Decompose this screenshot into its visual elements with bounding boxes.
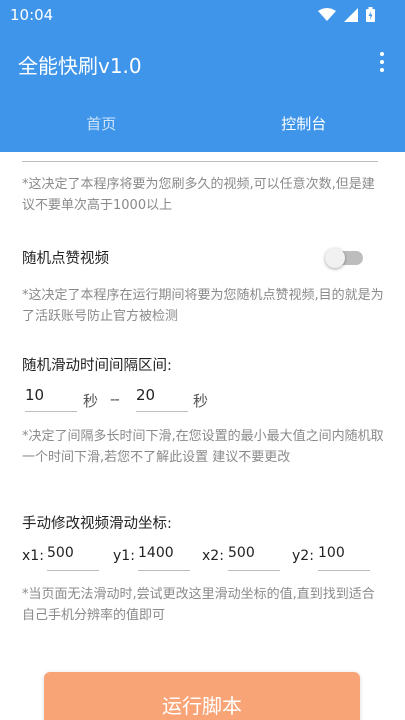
switch-knob (325, 248, 345, 268)
random-like-note: *这决定了本程序在运行期间将要为您随机点赞视频,目的就是为了活跃账号防止官方被检… (22, 288, 384, 324)
x2-input[interactable]: 500 (228, 541, 280, 571)
y1-value: 1400 (138, 545, 174, 561)
status-time: 10:04 (10, 6, 54, 24)
status-icons (318, 7, 375, 22)
y2-label: y2: (292, 548, 314, 564)
interval-label: 随机滑动时间间隔区间: (22, 358, 172, 374)
app-title: 全能快刷v1.0 (18, 54, 142, 78)
total-count-input[interactable]: 200 (22, 152, 378, 162)
coords-note: *当页面无法滑动时,尝试更改这里滑动坐标的值,直到找到适合自己手机分辨率的值即可 (22, 587, 375, 623)
interval-max-input[interactable]: 20 (136, 382, 188, 412)
tab-home[interactable]: 首页 (0, 94, 203, 152)
battery-icon (366, 7, 375, 22)
app-bar: 全能快刷v1.0 (0, 32, 405, 94)
random-like-switch[interactable] (325, 248, 363, 268)
x2-value: 500 (228, 545, 255, 561)
interval-max-unit: 秒 (193, 392, 209, 410)
x1-label: x1: (22, 548, 44, 564)
y1-label: y1: (113, 548, 135, 564)
run-script-button[interactable]: 运行脚本 (44, 672, 360, 720)
signal-icon (344, 7, 358, 22)
more-options-icon[interactable] (379, 52, 385, 74)
y2-value: 100 (318, 545, 345, 561)
interval-min-unit: 秒 (83, 392, 99, 410)
tab-console[interactable]: 控制台 (202, 94, 405, 152)
interval-note: *决定了间隔多长时间下滑,在您设置的最小最大值之间内随机取一个时间下滑,若您不了… (22, 429, 384, 465)
coords-label: 手动修改视频滑动坐标: (22, 516, 172, 532)
x1-input[interactable]: 500 (47, 541, 99, 571)
console-content: 200 *这决定了本程序将要为您刷多久的视频,可以任意次数,但是建议不要单次高于… (0, 152, 405, 720)
interval-min-value: 10 (25, 386, 45, 404)
tab-bar: 首页 控制台 (0, 94, 405, 152)
x2-label: x2: (202, 548, 224, 564)
y2-input[interactable]: 100 (318, 541, 370, 571)
x1-value: 500 (47, 545, 74, 561)
y1-input[interactable]: 1400 (138, 541, 190, 571)
wifi-icon (318, 7, 336, 21)
interval-min-input[interactable]: 10 (25, 382, 77, 412)
interval-max-value: 20 (136, 386, 156, 404)
total-count-note: *这决定了本程序将要为您刷多久的视频,可以任意次数,但是建议不要单次高于1000… (22, 177, 375, 213)
status-bar: 10:04 (0, 0, 405, 32)
random-like-label: 随机点赞视频 (22, 251, 109, 267)
interval-separator: -- (110, 390, 120, 408)
